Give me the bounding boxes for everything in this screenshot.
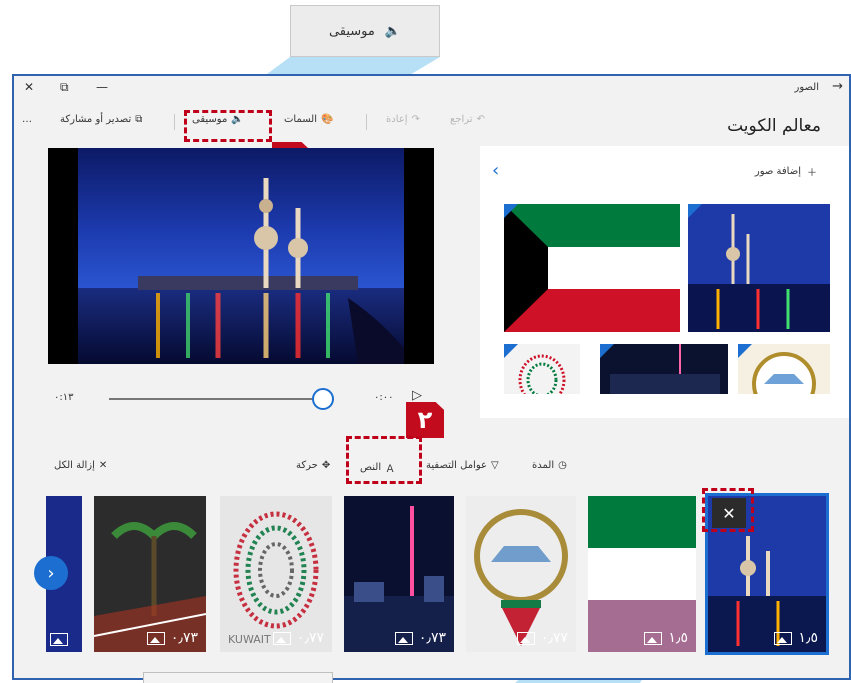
play-icon[interactable]: ▷ xyxy=(412,388,422,403)
remove-all-label: إزالة الكل xyxy=(54,460,95,471)
card-duration-value: ١٫٥ xyxy=(798,630,818,646)
video-preview xyxy=(48,148,434,364)
library-photo-city-night[interactable] xyxy=(600,344,728,394)
text-callout xyxy=(143,672,333,683)
image-icon xyxy=(272,631,291,645)
text-highlight-box xyxy=(346,436,422,484)
close-icon: ✕ xyxy=(98,460,108,471)
motion-button[interactable]: ✥ حركة xyxy=(296,460,330,471)
card-duration-value: ٠٫٧٧ xyxy=(296,630,324,646)
palette-icon: 🎨 xyxy=(321,114,334,125)
photos-app-window: ✕ ⧉ — الصور → … ⧉ تصدير أو مشاركة 🔈 موسي… xyxy=(12,74,851,680)
duration-button[interactable]: ◷ المدة xyxy=(532,460,567,471)
restore-icon[interactable]: ⧉ xyxy=(60,80,69,95)
export-share-button[interactable]: ⧉ تصدير أو مشاركة xyxy=(60,114,142,125)
back-arrow-icon[interactable]: → xyxy=(832,79,843,94)
add-photos-label: إضافة صور xyxy=(754,166,801,177)
selected-corner-icon xyxy=(504,204,518,218)
total-time: ٠:١٣ xyxy=(54,392,74,403)
library-photo-kuwait-towers[interactable] xyxy=(688,204,830,332)
card-duration-value: ٠٫٧٧ xyxy=(540,630,568,646)
app-name: الصور xyxy=(794,82,820,93)
redo-button[interactable]: ↷ إعادة xyxy=(386,114,420,125)
export-icon: ⧉ xyxy=(135,114,143,125)
close-icon[interactable]: ✕ xyxy=(24,80,34,94)
card-duration-value: ٠٫٧٣ xyxy=(170,630,198,646)
elapsed-time: ٠:٠٠ xyxy=(374,392,394,403)
music-callout: 🔈 موسيقى xyxy=(290,5,440,57)
minimize-icon[interactable]: — xyxy=(96,80,108,94)
music-highlight-box xyxy=(184,110,272,142)
more-label: … xyxy=(22,114,32,125)
selected-corner-icon xyxy=(688,204,702,218)
image-icon xyxy=(774,631,793,645)
project-library-panel: ‹ ＋ إضافة صور xyxy=(480,146,849,418)
card-duration: ١٫٥ xyxy=(644,630,688,646)
add-photos-button[interactable]: ＋ إضافة صور xyxy=(755,164,817,179)
kuwait-towers-night-photo xyxy=(78,148,404,364)
motion-label: حركة xyxy=(296,460,318,471)
toolbar: … ⧉ تصدير أو مشاركة 🔈 موسيقى 🎨 السمات ↷ … xyxy=(14,104,849,138)
card-duration: ١٫٥ xyxy=(774,630,818,646)
storyboard-card-3[interactable]: ٠٫٧٧ xyxy=(466,496,576,652)
card-duration: ٠٫٧٧ xyxy=(272,630,324,646)
image-icon xyxy=(394,631,413,645)
library-photo-emblem[interactable] xyxy=(738,344,830,394)
toolbar-separator xyxy=(174,114,175,130)
seek-knob[interactable] xyxy=(311,388,334,410)
library-photo-kuwait-flag[interactable] xyxy=(504,204,680,332)
card-duration: ٠٫٧٣ xyxy=(394,630,446,646)
duration-label: المدة xyxy=(532,460,555,471)
seek-bar[interactable] xyxy=(109,398,334,400)
themes-button[interactable]: 🎨 السمات xyxy=(284,114,333,125)
card-duration: ٠٫٧٧ xyxy=(516,630,568,646)
card-duration-value: ٠٫٧٣ xyxy=(418,630,446,646)
selected-corner-icon xyxy=(600,344,614,358)
remove-all-button[interactable]: ✕ إزالة الكل xyxy=(54,460,107,471)
project-title: معالم الكويت xyxy=(727,116,821,136)
storyboard-card-5[interactable]: KUWAIT ٠٫٧٧ xyxy=(220,496,332,652)
image-icon xyxy=(644,631,663,645)
screenshot-root: 🔈 موسيقى ✕ ⧉ — الصور → … ⧉ تصدير أو مشار… xyxy=(0,0,851,683)
motion-icon: ✥ xyxy=(321,460,331,471)
collapse-library-icon[interactable]: ‹ xyxy=(492,160,499,181)
fingerprint-caption: KUWAIT xyxy=(228,633,271,646)
card-duration xyxy=(50,633,74,646)
library-photo-fingerprint[interactable] xyxy=(504,344,580,394)
filters-label: عوامل التصفية xyxy=(426,460,487,471)
filters-icon: ▽ xyxy=(490,460,499,471)
storyboard-card-6[interactable]: ٠٫٧٣ xyxy=(94,496,206,652)
card-duration-value: ١٫٥ xyxy=(668,630,688,646)
image-icon xyxy=(516,631,535,645)
music-callout-label: موسيقى xyxy=(328,23,375,39)
redo-label: إعادة xyxy=(386,114,408,125)
redo-icon: ↷ xyxy=(411,114,420,125)
storyboard-card-4[interactable]: ٠٫٧٣ xyxy=(344,496,454,652)
clock-icon: ◷ xyxy=(558,460,567,471)
themes-label: السمات xyxy=(284,114,317,125)
toolbar-separator xyxy=(366,114,367,130)
image-icon xyxy=(50,633,68,646)
filters-button[interactable]: ▽ عوامل التصفية xyxy=(426,460,499,471)
step-badge-2: ٢ xyxy=(406,402,444,438)
scroll-storyboard-button[interactable]: › xyxy=(34,556,68,590)
chevron-right-icon: › xyxy=(47,562,55,584)
more-options-button[interactable]: … xyxy=(22,114,32,125)
plus-icon: ＋ xyxy=(807,168,817,179)
title-bar: ✕ ⧉ — الصور → xyxy=(14,76,849,102)
export-label: تصدير أو مشاركة xyxy=(60,114,132,125)
storyboard-card-2[interactable]: ١٫٥ xyxy=(588,496,696,652)
undo-button[interactable]: ↶ تراجع xyxy=(450,114,485,125)
image-icon xyxy=(146,631,165,645)
remove-card-highlight-box xyxy=(702,488,754,532)
speaker-icon: 🔈 xyxy=(384,23,402,39)
undo-icon: ↶ xyxy=(476,114,485,125)
selected-corner-icon xyxy=(738,344,752,358)
card-duration: ٠٫٧٣ xyxy=(146,630,198,646)
selected-corner-icon xyxy=(504,344,518,358)
undo-label: تراجع xyxy=(450,114,473,125)
